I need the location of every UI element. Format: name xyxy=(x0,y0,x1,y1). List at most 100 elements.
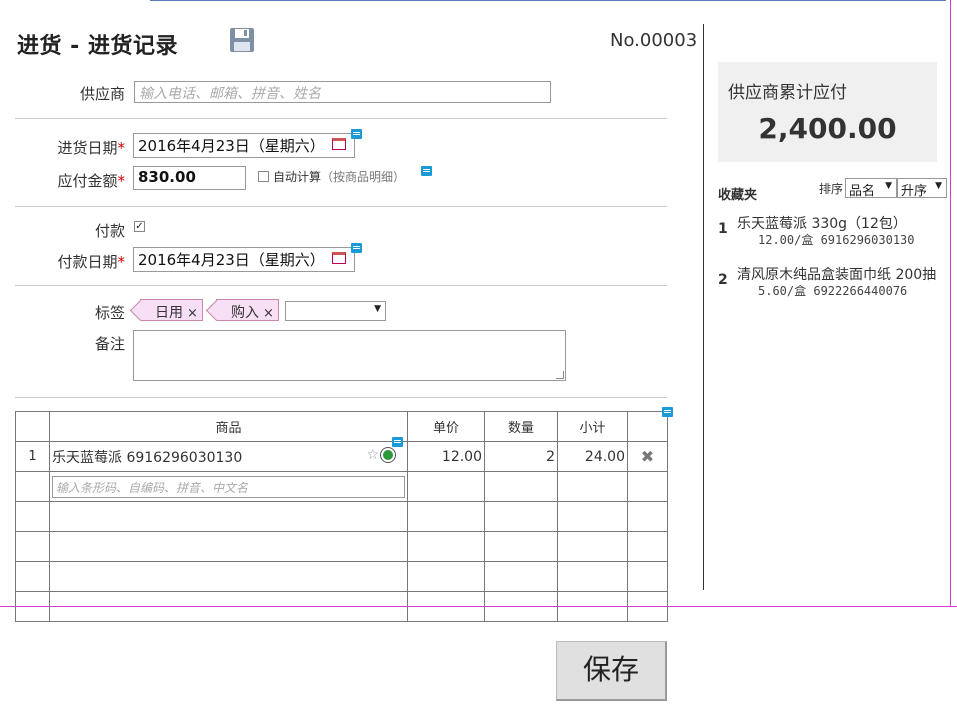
dropdown-arrow-icon: ▼ xyxy=(374,304,381,314)
empty-cell xyxy=(15,531,50,562)
auto-calc-checkbox[interactable] xyxy=(258,171,269,182)
sort-field-select[interactable]: 品名 ▼ xyxy=(845,178,897,199)
divider xyxy=(15,285,667,286)
favorites-title: 收藏夹 xyxy=(718,188,758,203)
supplier-payable-summary: 供应商累计应付 2,400.00 xyxy=(718,62,937,162)
dropdown-arrow-icon: ▼ xyxy=(935,181,942,191)
delete-row-icon[interactable]: ✖ xyxy=(627,441,668,472)
product-name: 乐天蓝莓派 6916296030130 xyxy=(52,449,243,466)
amount-due-value: 830.00 xyxy=(138,168,196,186)
empty-cell xyxy=(484,501,558,532)
payment-date-value: 2016年4月23日（星期六） xyxy=(138,251,325,269)
row-subtotal: 24.00 xyxy=(557,441,628,472)
sort-field-value: 品名 xyxy=(849,184,876,199)
divider xyxy=(15,206,667,207)
favorite-name: 清风原木纯品盒装面巾纸 200抽 xyxy=(737,267,937,283)
amount-due-input[interactable]: 830.00 xyxy=(133,166,246,190)
row-price[interactable]: 12.00 xyxy=(407,441,485,472)
empty-cell xyxy=(407,501,485,532)
floppy-save-icon[interactable] xyxy=(228,26,256,54)
sort-order-value: 升序 xyxy=(901,184,928,199)
memo-icon[interactable] xyxy=(351,243,362,253)
row-subtotal xyxy=(557,471,628,502)
row-product-entry: 输入条形码、自编码、拼音、中文名 xyxy=(49,471,408,502)
table-row: 1 乐天蓝莓派 6916296030130 ☆ 12.00 2 24.00 ✖ xyxy=(15,437,668,472)
remark-textarea[interactable] xyxy=(133,330,566,381)
empty-cell xyxy=(557,591,628,622)
tags-label: 标签 xyxy=(94,304,125,322)
purchase-date-label: 进货日期* xyxy=(57,139,125,157)
row-qty[interactable]: 2 xyxy=(484,441,558,472)
guide-line-vertical xyxy=(950,0,951,607)
memo-icon[interactable] xyxy=(392,437,403,447)
tag-item: 购入 × xyxy=(216,299,279,321)
favorite-index: 1 xyxy=(718,221,728,237)
supplier-placeholder: 输入电话、邮箱、拼音、姓名 xyxy=(139,86,321,102)
empty-cell xyxy=(627,501,668,532)
empty-cell xyxy=(484,591,558,622)
row-product[interactable]: 乐天蓝莓派 6916296030130 ☆ xyxy=(49,437,408,472)
auto-calc-label: 自动计算（按商品明细） xyxy=(273,170,406,184)
col-index xyxy=(15,411,50,442)
table-header-row: 商品 单价 数量 小计 xyxy=(15,411,668,442)
favorite-index: 2 xyxy=(718,272,728,288)
empty-cell xyxy=(15,591,50,622)
supplier-label: 供应商 xyxy=(79,85,125,103)
supplier-input[interactable]: 输入电话、邮箱、拼音、姓名 xyxy=(134,81,551,103)
star-icon[interactable]: ☆ xyxy=(366,447,379,463)
empty-cell xyxy=(627,561,668,592)
payment-date-label: 付款日期* xyxy=(57,253,125,271)
tag-item: 日用 × xyxy=(140,299,203,321)
product-table: 商品 单价 数量 小计 1 乐天蓝莓派 6916296030130 ☆ 12.0… xyxy=(15,411,668,622)
empty-cell xyxy=(49,501,408,532)
table-row-empty xyxy=(15,501,668,532)
empty-cell xyxy=(49,591,408,622)
empty-cell xyxy=(627,531,668,562)
payment-date-input[interactable]: 2016年4月23日（星期六） xyxy=(133,247,355,272)
favorite-detail: 12.00/盒 6916296030130 xyxy=(758,233,915,247)
col-subtotal: 小计 xyxy=(557,411,628,442)
empty-cell xyxy=(557,531,628,562)
product-info-icon[interactable] xyxy=(381,448,395,462)
product-search-placeholder: 输入条形码、自编码、拼音、中文名 xyxy=(56,480,249,495)
tag-select[interactable]: ▼ xyxy=(285,301,386,321)
memo-icon[interactable] xyxy=(421,166,432,176)
summary-title: 供应商累计应付 xyxy=(728,83,847,103)
empty-cell xyxy=(49,531,408,562)
resize-handle-icon[interactable] xyxy=(556,371,564,379)
tag-label: 购入 xyxy=(231,305,259,321)
memo-icon[interactable] xyxy=(351,129,362,139)
empty-cell xyxy=(407,531,485,562)
empty-cell xyxy=(484,561,558,592)
row-index: 1 xyxy=(15,441,50,472)
purchase-date-input[interactable]: 2016年4月23日（星期六） xyxy=(133,133,355,158)
table-row-empty xyxy=(15,561,668,592)
summary-value: 2,400.00 xyxy=(758,112,897,145)
document-number: No.00003 xyxy=(610,30,698,51)
panel-divider xyxy=(703,24,704,590)
tag-remove-icon[interactable]: × xyxy=(187,306,198,321)
product-search-input[interactable]: 输入条形码、自编码、拼音、中文名 xyxy=(52,475,405,498)
calendar-icon[interactable] xyxy=(332,138,346,150)
empty-cell xyxy=(557,561,628,592)
col-product: 商品 xyxy=(49,411,408,442)
col-price: 单价 xyxy=(407,411,485,442)
sort-order-select[interactable]: 升序 ▼ xyxy=(897,178,947,199)
empty-cell xyxy=(49,561,408,592)
payment-checkbox[interactable]: ✓ xyxy=(134,221,145,232)
save-button[interactable]: 保存 xyxy=(556,641,667,701)
page-title: 进货 - 进货记录 xyxy=(17,34,178,59)
dropdown-arrow-icon: ▼ xyxy=(885,181,892,191)
payment-label: 付款 xyxy=(94,222,125,240)
col-qty: 数量 xyxy=(484,411,558,442)
amount-due-label: 应付金额* xyxy=(57,172,125,190)
favorite-name: 乐天蓝莓派 330g（12包） xyxy=(737,216,907,232)
sort-label: 排序 xyxy=(819,182,844,196)
table-row-empty xyxy=(15,531,668,562)
memo-icon[interactable] xyxy=(662,407,673,417)
row-actions xyxy=(627,471,668,502)
calendar-icon[interactable] xyxy=(332,252,346,264)
tag-remove-icon[interactable]: × xyxy=(263,306,274,321)
empty-cell xyxy=(627,591,668,622)
row-qty xyxy=(484,471,558,502)
